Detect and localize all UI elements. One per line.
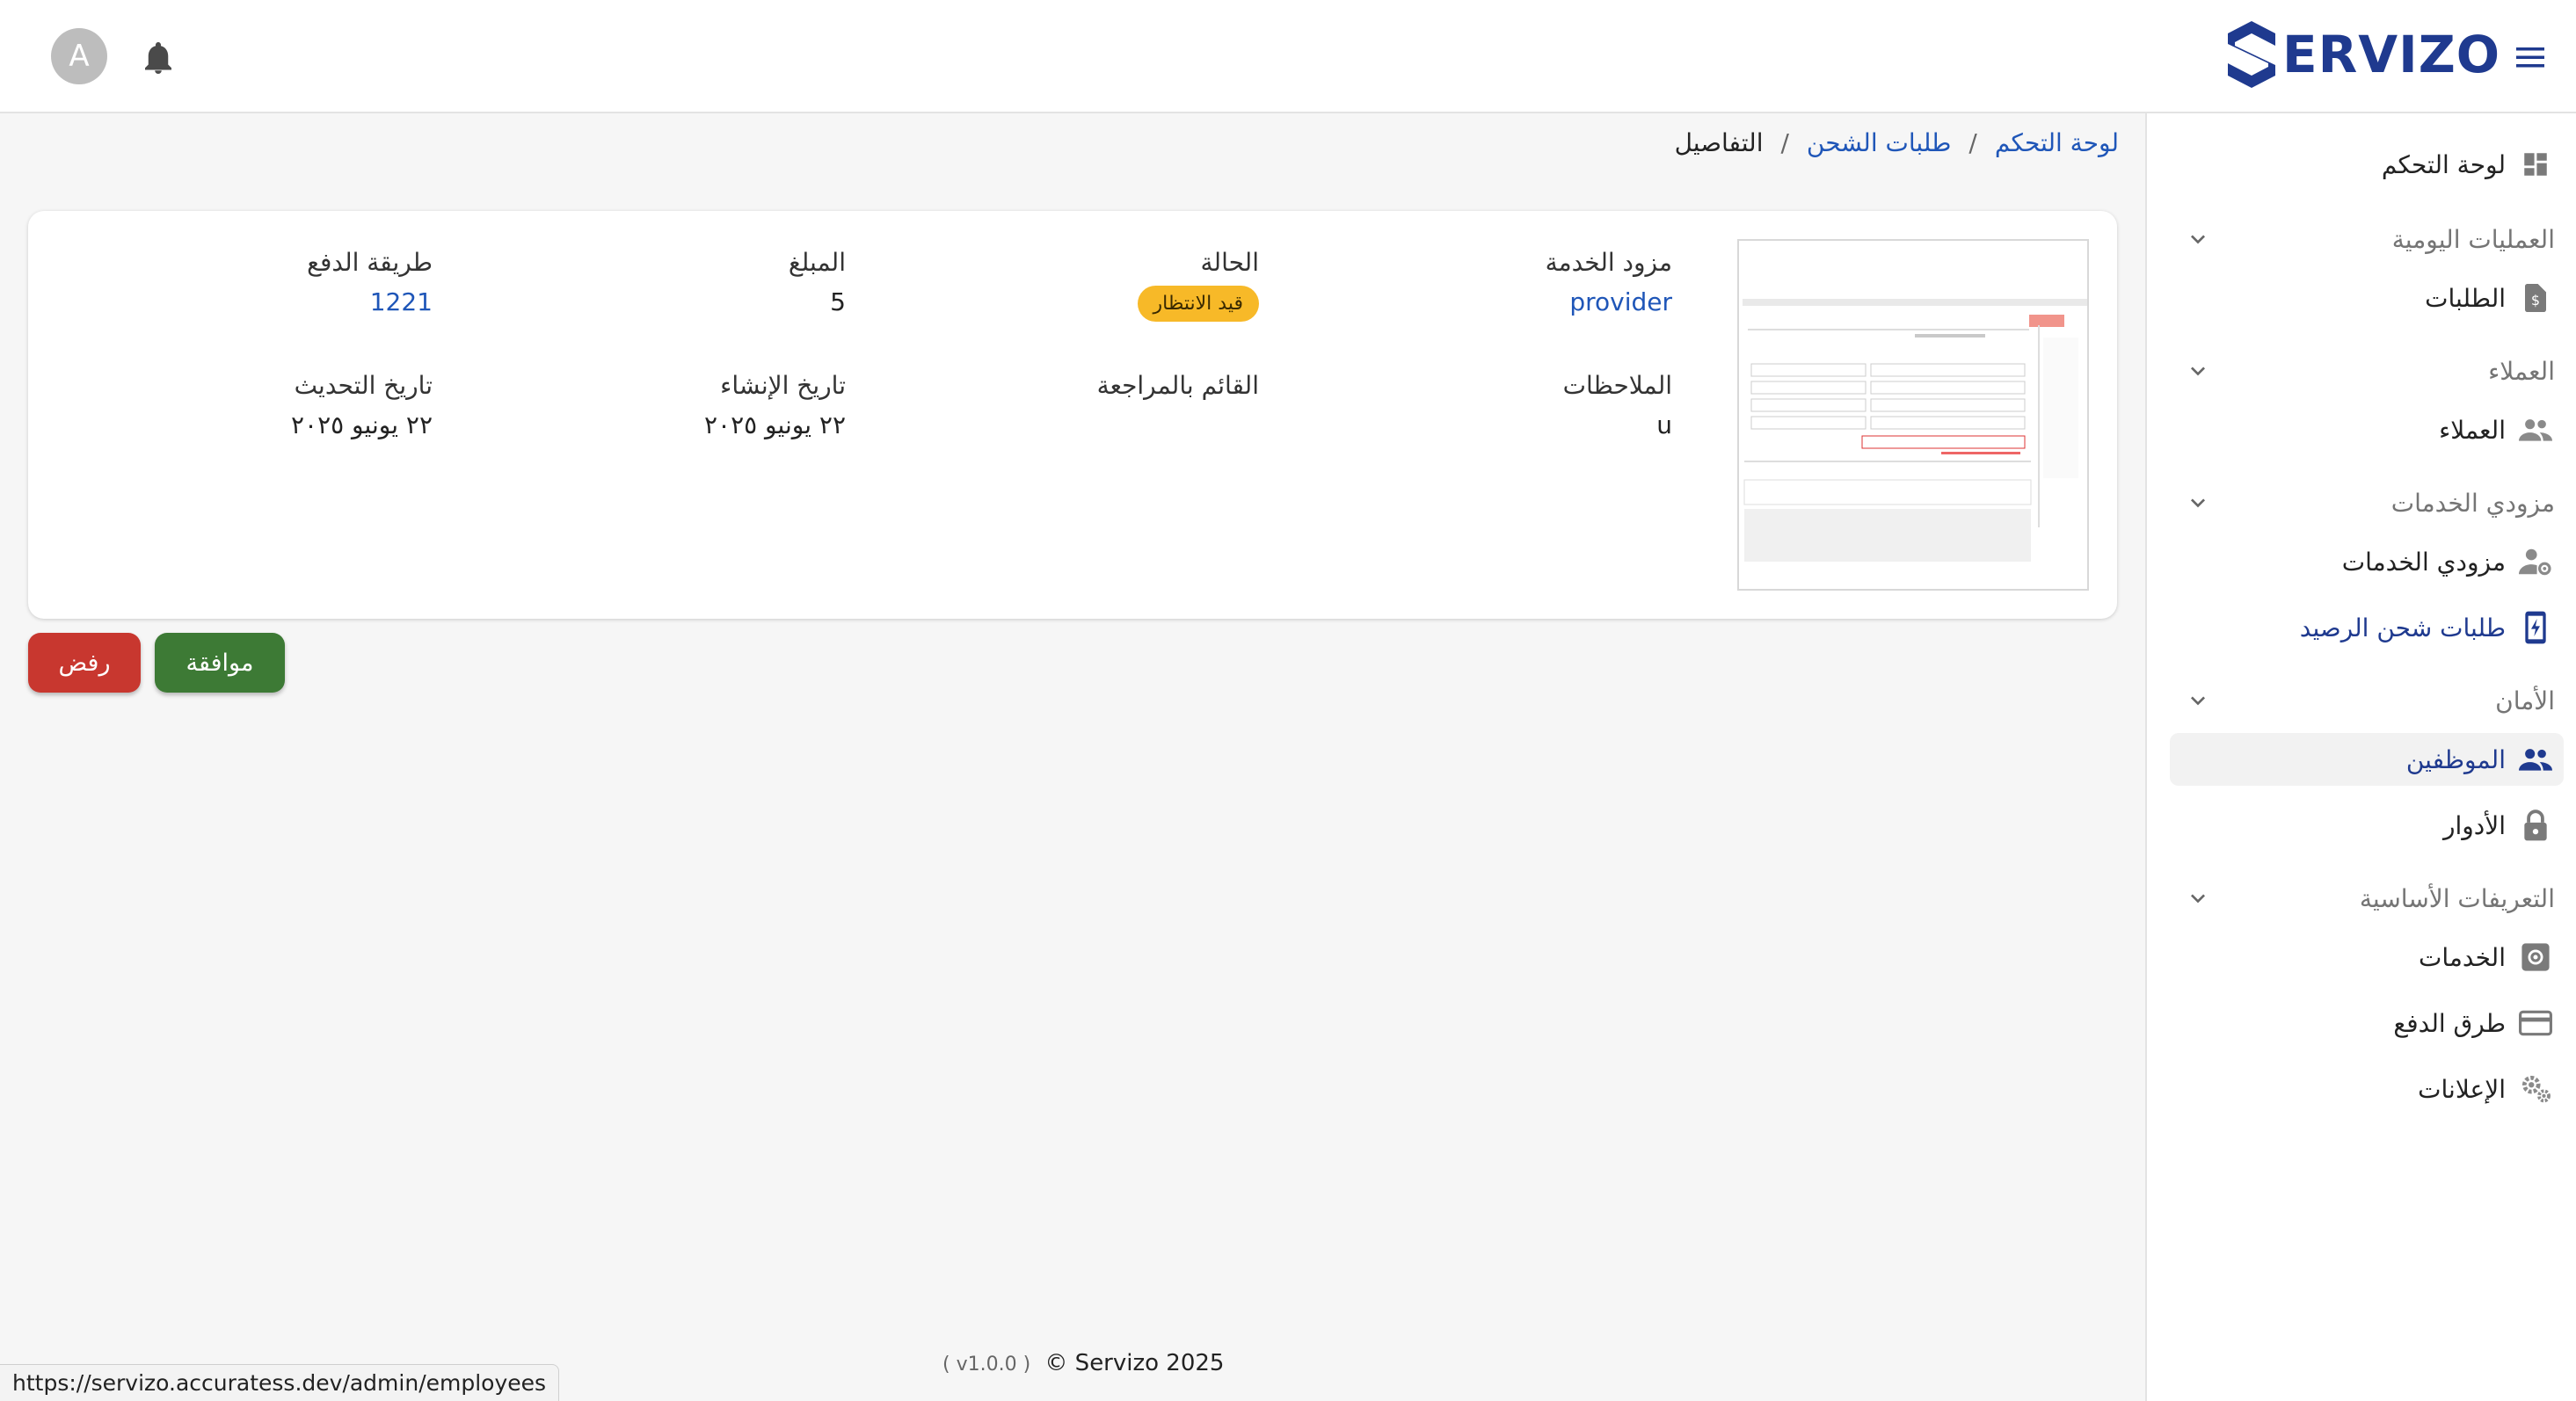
reject-button[interactable]: رفض <box>28 633 141 693</box>
field-label: الحالة <box>1200 248 1259 277</box>
status-badge: قيد الانتظار <box>1137 286 1259 322</box>
sidebar-item-label: الأدوار <box>2442 810 2506 840</box>
sidebar-item-dashboard[interactable]: لوحة التحكم <box>2145 138 2576 191</box>
sidebar-item-label: مزودي الخدمات <box>2341 547 2506 577</box>
field-amount: المبلغ 5 <box>789 248 846 316</box>
sidebar-section-providers[interactable]: مزودي الخدمات <box>2145 476 2576 529</box>
updated-date-value: ٢٢ يونيو ٢٠٢٥ <box>291 410 433 439</box>
sidebar-item-payment-methods[interactable]: طرق الدفع <box>2145 997 2576 1049</box>
sidebar-item-label: الطلبات <box>2425 283 2506 313</box>
field-reviewer: القائم بالمراجعة <box>1097 371 1259 400</box>
field-notes: الملاحظات u <box>1563 371 1672 439</box>
breadcrumb-home-link[interactable]: لوحة التحكم <box>1995 128 2119 157</box>
top-header: A ERVIZO <box>0 0 2576 113</box>
field-service-provider: مزود الخدمة provider <box>1546 248 1672 316</box>
payment-method-link[interactable]: 1221 <box>307 287 433 316</box>
provider-link[interactable]: provider <box>1546 287 1672 316</box>
sidebar-item-label: الخدمات <box>2419 942 2506 972</box>
hamburger-menu-icon[interactable] <box>2513 42 2548 72</box>
sidebar-section-customers[interactable]: العملاء <box>2145 345 2576 397</box>
field-label: القائم بالمراجعة <box>1096 371 1259 400</box>
sidebar-item-topup-requests[interactable]: طلبات شحن الرصيد <box>2145 601 2576 654</box>
field-created-date: تاريخ الإنشاء ٢٢ يونيو ٢٠٢٥ <box>704 371 846 439</box>
sidebar-section-label: الأمان <box>2495 686 2555 715</box>
field-label: المبلغ <box>788 248 846 277</box>
sidebar-item-roles[interactable]: الأدوار <box>2145 799 2576 852</box>
chevron-down-icon <box>2191 235 2205 244</box>
svg-text:$: $ <box>2531 292 2540 309</box>
sidebar-item-label: الموظفين <box>2405 744 2506 774</box>
field-label: تاريخ التحديث <box>294 371 433 400</box>
sidebar-item-label: طرق الدفع <box>2393 1008 2506 1038</box>
sidebar: لوحة التحكم العمليات اليومية $ الطلبات ا… <box>2145 113 2576 1401</box>
footer: ( v1.0.0 ) © Servizo 2025 <box>942 1350 1224 1376</box>
credit-card-icon <box>2518 1005 2553 1041</box>
field-status: الحالة قيد الانتظار <box>1137 248 1259 322</box>
field-label: مزود الخدمة <box>1545 248 1672 277</box>
breadcrumb-current: التفاصيل <box>1674 128 1764 157</box>
field-payment-method: طريقة الدفع 1221 <box>307 248 433 316</box>
sidebar-item-label: الإعلانات <box>2418 1074 2506 1104</box>
approve-button[interactable]: موافقة <box>155 633 285 693</box>
sidebar-section-security[interactable]: الأمان <box>2145 674 2576 727</box>
chevron-down-icon <box>2191 894 2205 904</box>
sidebar-section-label: العمليات اليومية <box>2391 224 2555 254</box>
sidebar-item-providers[interactable]: مزودي الخدمات <box>2145 535 2576 588</box>
sidebar-section-label: مزودي الخدمات <box>2390 488 2555 518</box>
person-gear-icon <box>2518 544 2553 579</box>
breadcrumb-topups-link[interactable]: طلبات الشحن <box>1807 128 1951 157</box>
sidebar-item-label: طلبات شحن الرصيد <box>2299 613 2506 642</box>
phone-charge-icon <box>2518 610 2553 645</box>
sidebar-section-label: العملاء <box>2488 356 2555 386</box>
sidebar-item-orders[interactable]: $ الطلبات <box>2145 272 2576 324</box>
link-preview-status-bar: https://servizo.accuratess.dev/admin/emp… <box>0 1364 560 1401</box>
brand-logo[interactable]: ERVIZO <box>2224 19 2500 90</box>
people-icon <box>2518 412 2553 447</box>
copyright-text: © Servizo 2025 <box>1044 1350 1225 1376</box>
created-date-value: ٢٢ يونيو ٢٠٢٥ <box>704 410 846 439</box>
sidebar-item-ads[interactable]: الإعلانات <box>2145 1063 2576 1115</box>
user-avatar[interactable]: A <box>51 28 107 84</box>
app-version: ( v1.0.0 ) <box>942 1354 1031 1376</box>
lock-icon <box>2518 808 2553 843</box>
settings-square-icon <box>2518 940 2553 975</box>
receipt-screenshot-thumbnail <box>1739 241 2087 589</box>
group-icon <box>2518 742 2553 777</box>
dashboard-icon <box>2518 147 2553 182</box>
field-label: الملاحظات <box>1562 371 1672 400</box>
breadcrumb-separator: / <box>1780 128 1789 157</box>
sidebar-item-customers[interactable]: العملاء <box>2145 403 2576 456</box>
breadcrumb-separator: / <box>1968 128 1977 157</box>
sidebar-section-daily[interactable]: العمليات اليومية <box>2145 213 2576 265</box>
chevron-down-icon <box>2191 696 2205 706</box>
sidebar-item-label: لوحة التحكم <box>2381 149 2506 179</box>
sidebar-section-basics[interactable]: التعريفات الأساسية <box>2145 872 2576 925</box>
notes-value: u <box>1656 410 1672 439</box>
breadcrumb: لوحة التحكم / طلبات الشحن / التفاصيل <box>1675 128 2119 157</box>
chevron-down-icon <box>2191 498 2205 508</box>
chevron-down-icon <box>2191 367 2205 376</box>
brand-name: ERVIZO <box>2282 25 2501 84</box>
topup-details-card: مزود الخدمة provider الحالة قيد الانتظار… <box>28 211 2117 619</box>
field-updated-date: تاريخ التحديث ٢٢ يونيو ٢٠٢٥ <box>291 371 433 439</box>
field-label: تاريخ الإنشاء <box>720 371 846 400</box>
receipt-image[interactable] <box>1737 239 2089 591</box>
sidebar-item-employees[interactable]: الموظفين <box>2170 733 2564 786</box>
gears-icon <box>2518 1071 2553 1107</box>
field-label: طريقة الدفع <box>307 248 433 277</box>
sidebar-item-label: العملاء <box>2439 415 2506 445</box>
bell-icon[interactable] <box>142 40 174 76</box>
sidebar-section-label: التعريفات الأساسية <box>2359 883 2555 913</box>
amount-value: 5 <box>830 287 846 316</box>
receipt-dollar-icon: $ <box>2518 280 2553 316</box>
sidebar-item-services[interactable]: الخدمات <box>2145 931 2576 984</box>
brand-mark-icon <box>2228 21 2275 88</box>
